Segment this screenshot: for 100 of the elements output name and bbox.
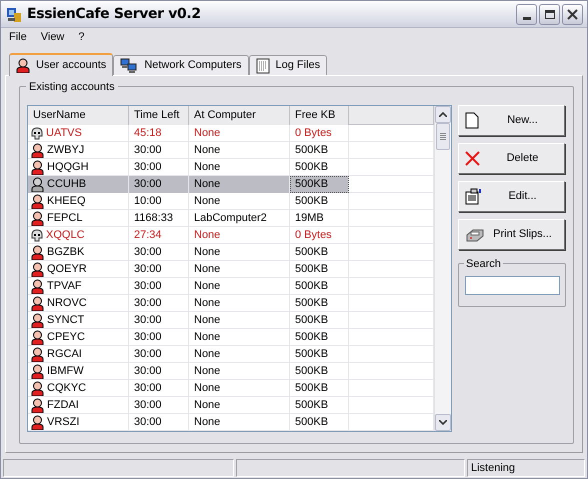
window-title: EssienCafe Server v0.2	[27, 4, 201, 24]
table-cell: 500KB	[290, 193, 349, 210]
table-cell[interactable]: KHEEQ	[28, 193, 129, 210]
button[interactable]: New...	[458, 105, 565, 136]
button[interactable]: Edit...	[458, 181, 565, 212]
table-cell: 30:00	[129, 380, 189, 397]
user-name: BGZBK	[47, 245, 84, 260]
table-cell[interactable]: CPEYC	[28, 329, 129, 346]
table-cell: None	[189, 278, 290, 295]
user-icon	[31, 398, 44, 413]
table-cell[interactable]: IBMFW	[28, 363, 129, 380]
table-cell: 30:00	[129, 312, 189, 329]
column-header[interactable]: UserName	[28, 106, 129, 125]
status-text: Listening	[467, 459, 585, 477]
column-header[interactable]: Time Left	[129, 106, 189, 125]
printer-icon	[465, 228, 485, 242]
table-cell: 0 Bytes	[290, 227, 349, 244]
table-cell: 500KB	[290, 329, 349, 346]
table-cell[interactable]: VRSZI	[28, 414, 129, 431]
table-cell: None	[189, 176, 290, 193]
computers-icon	[120, 58, 138, 74]
scroll-thumb[interactable]	[436, 123, 450, 150]
user-icon	[31, 245, 44, 260]
table-cell: 30:00	[129, 363, 189, 380]
user-icon	[31, 177, 44, 192]
table-cell: None	[189, 346, 290, 363]
table-cell: None	[189, 142, 290, 159]
table-cell: 30:00	[129, 329, 189, 346]
minimize-button[interactable]	[516, 4, 537, 24]
table-cell[interactable]: NROVC	[28, 295, 129, 312]
table-cell[interactable]: UATVS	[28, 125, 129, 142]
page-icon	[465, 112, 479, 129]
table-cell[interactable]: RGCAI	[28, 346, 129, 363]
user-icon	[31, 296, 44, 311]
scroll-up-button[interactable]	[435, 106, 451, 123]
button[interactable]: Print Slips...	[458, 219, 565, 250]
maximize-button[interactable]	[539, 4, 560, 24]
menu-item[interactable]: File	[9, 28, 27, 46]
table-cell: None	[189, 193, 290, 210]
button[interactable]: Delete	[458, 143, 565, 174]
table-cell: 500KB	[290, 312, 349, 329]
table-cell: 30:00	[129, 278, 189, 295]
tab[interactable]: Network Computers	[113, 55, 249, 75]
table-cell: 30:00	[129, 142, 189, 159]
table-cell[interactable]: SYNCT	[28, 312, 129, 329]
user-name: SYNCT	[47, 313, 84, 328]
user-name: CCUHB	[47, 177, 86, 192]
user-name: TPVAF	[47, 279, 82, 294]
user-icon	[31, 364, 44, 379]
close-button[interactable]	[562, 4, 583, 24]
table-cell[interactable]: TPVAF	[28, 278, 129, 295]
table-cell: 30:00	[129, 176, 189, 193]
scrollbar[interactable]	[434, 106, 451, 431]
table-cell[interactable]: CCUHB	[28, 176, 129, 193]
menu-item[interactable]: ?	[78, 28, 85, 46]
table-cell: 500KB	[290, 244, 349, 261]
scroll-down-button[interactable]	[435, 414, 451, 431]
table-cell: 500KB	[290, 414, 349, 431]
table-cell: None	[189, 397, 290, 414]
table-cell[interactable]: BGZBK	[28, 244, 129, 261]
user-name: RGCAI	[47, 347, 82, 362]
user-icon	[31, 262, 44, 277]
table-cell: 500KB	[290, 176, 349, 193]
table-cell: 45:18	[129, 125, 189, 142]
table-cell: None	[189, 363, 290, 380]
user-icon	[31, 347, 44, 362]
table-cell: 27:34	[129, 227, 189, 244]
table-cell: 500KB	[290, 380, 349, 397]
user-name: UATVS	[46, 126, 82, 142]
user-icon	[31, 415, 44, 430]
table-cell[interactable]: QOEYR	[28, 261, 129, 278]
column-header[interactable]: At Computer	[189, 106, 290, 125]
table-cell[interactable]: FEPCL	[28, 210, 129, 227]
table-cell[interactable]: FZDAI	[28, 397, 129, 414]
table-cell: None	[189, 261, 290, 278]
column-header[interactable]: Free KB	[290, 106, 349, 125]
user-icon	[31, 330, 44, 345]
menu-item[interactable]: View	[40, 28, 64, 46]
user-name: XQQLC	[46, 228, 85, 244]
table-cell: None	[189, 414, 290, 431]
table-cell: 19MB	[290, 210, 349, 227]
table-cell: 30:00	[129, 295, 189, 312]
table-cell: 500KB	[290, 363, 349, 380]
table-cell: 30:00	[129, 261, 189, 278]
skull-icon	[31, 127, 43, 140]
tab[interactable]: Log Files	[248, 55, 328, 75]
table-cell: 500KB	[290, 295, 349, 312]
table-cell[interactable]: ZWBYJ	[28, 142, 129, 159]
search-field[interactable]	[465, 276, 560, 295]
user-name: CPEYC	[47, 330, 85, 346]
user-name: NROVC	[47, 296, 87, 312]
tab[interactable]: User accounts	[9, 53, 114, 76]
skull-icon	[31, 229, 43, 242]
table-cell: 30:00	[129, 414, 189, 431]
table-cell: 500KB	[290, 278, 349, 295]
table-cell[interactable]: XQQLC	[28, 227, 129, 244]
clipboard-icon	[465, 188, 482, 205]
app-icon	[5, 5, 23, 23]
user-icon	[31, 160, 44, 175]
table-cell[interactable]: CQKYC	[28, 380, 129, 397]
